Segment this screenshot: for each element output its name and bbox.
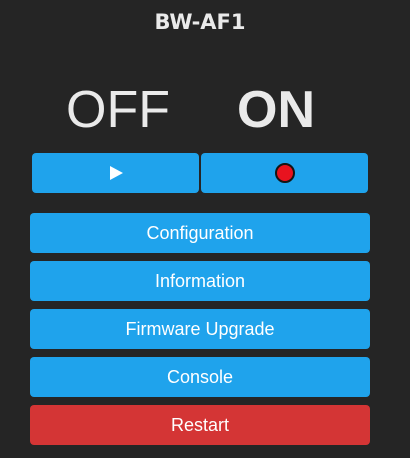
power-on-label: ON (237, 81, 315, 139)
record-button[interactable] (201, 153, 368, 193)
record-icon (274, 163, 295, 183)
play-icon (109, 166, 123, 180)
power-off-label: OFF (66, 81, 170, 139)
restart-button[interactable]: Restart (30, 405, 370, 445)
control-row (32, 153, 369, 193)
power-state-row: OFF ON (0, 80, 400, 140)
device-title: BW-AF1 (154, 10, 246, 34)
console-button[interactable]: Console (30, 357, 370, 397)
firmware-upgrade-button[interactable]: Firmware Upgrade (30, 309, 370, 349)
configuration-button[interactable]: Configuration (30, 213, 370, 253)
information-button[interactable]: Information (30, 261, 370, 301)
play-button[interactable] (32, 153, 199, 193)
